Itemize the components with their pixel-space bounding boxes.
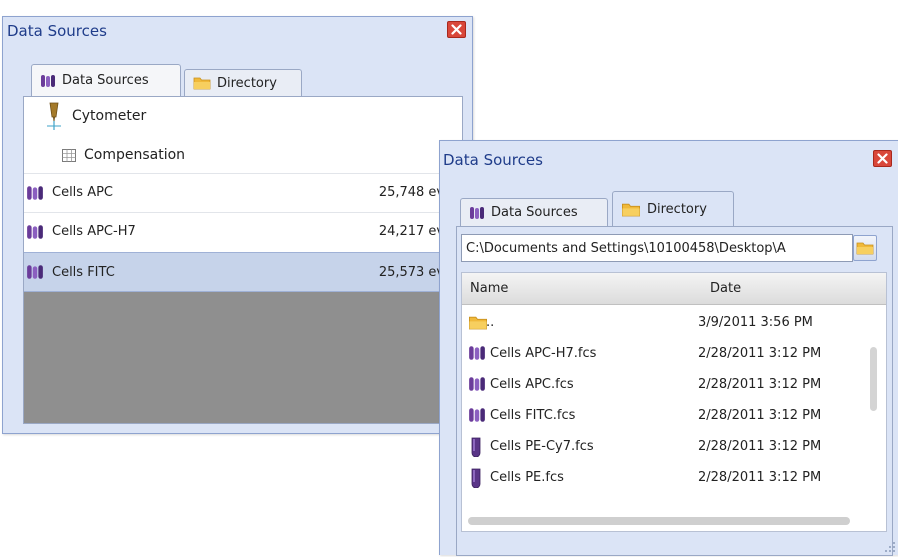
- close-button[interactable]: [873, 150, 892, 167]
- list-item[interactable]: Cells APC 25,748 evts: [24, 173, 462, 211]
- file-row[interactable]: Cells APC.fcs 2/28/2011 3:12 PM: [462, 369, 882, 400]
- browse-folder-button[interactable]: [853, 235, 877, 261]
- tubes-icon: [26, 223, 44, 241]
- file-date: 2/28/2011 3:12 PM: [698, 346, 822, 361]
- tubes-icon: [26, 184, 44, 202]
- tab-label: Directory: [217, 75, 277, 91]
- resize-grip-icon: [884, 541, 896, 553]
- file-list: Name Date .. 3/9/2011 3:56 PM Cells APC-…: [461, 272, 887, 532]
- tubes-icon: [469, 205, 485, 221]
- tab-directory[interactable]: Directory: [612, 191, 734, 226]
- folder-icon: [621, 202, 641, 217]
- file-row-parent[interactable]: .. 3/9/2011 3:56 PM: [462, 307, 882, 338]
- horizontal-scrollbar[interactable]: [462, 509, 886, 531]
- file-row[interactable]: Cells FITC.fcs 2/28/2011 3:12 PM: [462, 400, 882, 431]
- file-name: Cells FITC.fcs: [490, 408, 576, 423]
- close-button[interactable]: [447, 21, 466, 38]
- column-header-date[interactable]: Date: [710, 281, 741, 296]
- window-title: Data Sources: [7, 22, 107, 40]
- file-date: 2/28/2011 3:12 PM: [698, 408, 822, 423]
- source-name: Cells APC: [52, 185, 114, 200]
- window-title: Data Sources: [443, 151, 543, 169]
- vertical-scrollbar[interactable]: [866, 307, 882, 507]
- tab-label: Data Sources: [62, 73, 149, 88]
- data-sources-window-left: Data Sources Data Sources Directory Cyto…: [2, 16, 473, 434]
- vertical-scrollbar-thumb[interactable]: [870, 347, 877, 411]
- file-name: Cells PE-Cy7.fcs: [490, 439, 594, 454]
- tab-data-sources[interactable]: Data Sources: [31, 64, 181, 96]
- cytometer-label: Cytometer: [72, 108, 147, 124]
- path-input[interactable]: C:\Documents and Settings\10100458\Deskt…: [461, 234, 853, 262]
- file-row[interactable]: Cells APC-H7.fcs 2/28/2011 3:12 PM: [462, 338, 882, 369]
- tube-icon: [470, 437, 482, 457]
- file-date: 3/9/2011 3:56 PM: [698, 315, 813, 330]
- compensation-label: Compensation: [84, 147, 186, 163]
- close-icon: [877, 153, 888, 164]
- tab-label: Directory: [647, 201, 707, 217]
- file-date: 2/28/2011 3:12 PM: [698, 439, 822, 454]
- tab-data-sources[interactable]: Data Sources: [460, 198, 608, 226]
- tubes-icon: [26, 263, 44, 281]
- list-item[interactable]: Cells APC-H7 24,217 evts: [24, 212, 462, 250]
- close-icon: [451, 24, 462, 35]
- tab-label: Data Sources: [491, 205, 578, 220]
- grid-icon: [62, 148, 76, 162]
- tubes-icon: [468, 406, 486, 424]
- source-name: Cells APC-H7: [52, 224, 136, 239]
- tab-directory[interactable]: Directory: [184, 69, 302, 96]
- tubes-icon: [468, 344, 486, 362]
- file-name: Cells APC.fcs: [490, 377, 574, 392]
- resize-grip[interactable]: [884, 541, 896, 553]
- file-name: Cells PE.fcs: [490, 470, 564, 485]
- directory-panel: C:\Documents and Settings\10100458\Deskt…: [456, 226, 893, 556]
- tube-icon: [470, 468, 482, 488]
- file-list-header: Name Date: [462, 273, 886, 305]
- column-header-name[interactable]: Name: [470, 281, 508, 296]
- folder-icon: [856, 241, 874, 255]
- file-name: Cells APC-H7.fcs: [490, 346, 597, 361]
- compensation-item[interactable]: Compensation: [24, 137, 462, 173]
- cytometer-icon: [46, 101, 62, 131]
- file-name: ..: [486, 315, 495, 330]
- tubes-icon: [40, 73, 56, 89]
- source-name: Cells FITC: [52, 264, 115, 280]
- file-date: 2/28/2011 3:12 PM: [698, 377, 822, 392]
- path-text: C:\Documents and Settings\10100458\Deskt…: [466, 240, 786, 256]
- file-row[interactable]: Cells PE.fcs 2/28/2011 3:12 PM: [462, 462, 882, 493]
- tubes-icon: [468, 375, 486, 393]
- folder-icon: [193, 76, 211, 90]
- horizontal-scrollbar-thumb[interactable]: [468, 517, 850, 525]
- data-sources-window-right: Data Sources Data Sources Directory C:\D…: [439, 140, 898, 556]
- folder-icon: [468, 315, 488, 330]
- list-item-selected[interactable]: Cells FITC 25,573 evts: [24, 252, 462, 292]
- file-row[interactable]: Cells PE-Cy7.fcs 2/28/2011 3:12 PM: [462, 431, 882, 462]
- cytometer-item[interactable]: Cytometer: [24, 97, 462, 135]
- empty-list-area: [24, 292, 462, 423]
- data-sources-list: Cytometer Compensation Cells APC 25,748 …: [23, 96, 463, 424]
- file-date: 2/28/2011 3:12 PM: [698, 470, 822, 485]
